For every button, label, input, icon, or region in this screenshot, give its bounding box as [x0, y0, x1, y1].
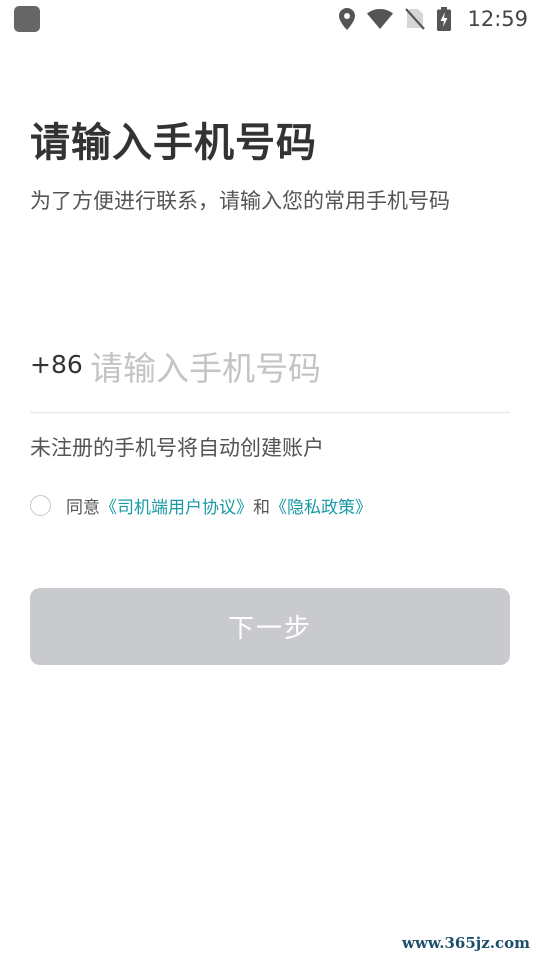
- location-icon: [339, 8, 356, 30]
- agree-joiner: 和: [253, 497, 270, 518]
- status-time: 12:59: [467, 7, 528, 31]
- phone-input-row: +86: [30, 340, 510, 413]
- agree-checkbox[interactable]: [30, 494, 51, 516]
- no-sim-icon: [405, 8, 426, 30]
- watermark: www.365jz.com: [402, 934, 530, 952]
- country-code[interactable]: +86: [30, 350, 83, 379]
- wifi-icon: [367, 9, 394, 29]
- next-step-button[interactable]: 下一步: [30, 588, 510, 665]
- status-icons: 12:59: [339, 0, 528, 38]
- app-notification-icon: [14, 6, 40, 32]
- privacy-policy-link[interactable]: 《隐私政策》: [270, 493, 372, 518]
- auto-register-hint: 未注册的手机号将自动创建账户: [30, 436, 324, 460]
- page-title: 请输入手机号码: [30, 120, 317, 166]
- agreement-row: 同意 《司机端用户协议》 和 《隐私政策》: [30, 492, 372, 518]
- user-agreement-link[interactable]: 《司机端用户协议》: [100, 493, 253, 518]
- page-subtitle: 为了方便进行联系，请输入您的常用手机号码: [30, 189, 450, 213]
- agree-prefix: 同意: [66, 497, 100, 518]
- battery-charging-icon: [437, 7, 452, 31]
- status-bar: 12:59: [0, 0, 540, 38]
- phone-input[interactable]: [90, 343, 500, 393]
